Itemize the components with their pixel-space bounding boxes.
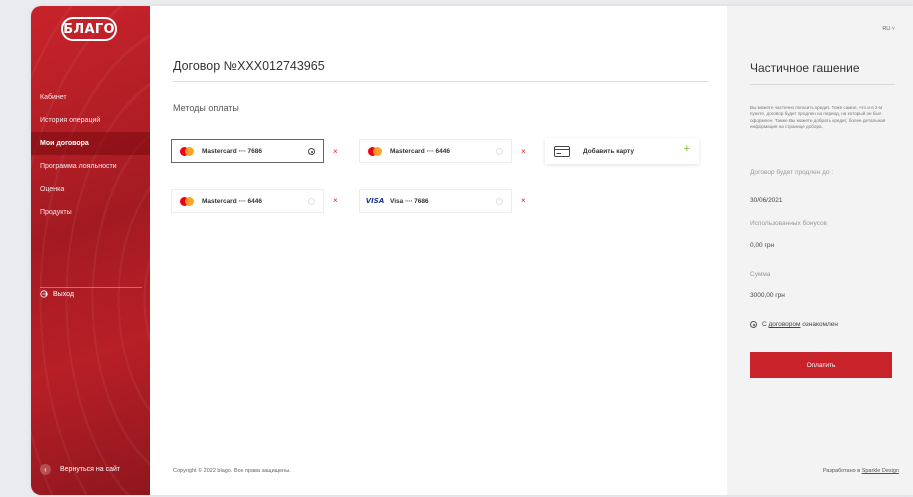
sidebar-item-rating[interactable]: Оценка [31,178,150,201]
remove-card-icon[interactable]: × [333,147,338,156]
logout-button[interactable]: Выход [40,290,74,298]
agreement-text: С договором ознакомлен [762,321,838,328]
card-radio[interactable] [496,148,503,155]
developer-link[interactable]: Sparkle Design [862,468,899,474]
language-selector[interactable]: RU ˅ [882,26,895,32]
sidebar-divider [40,287,142,288]
pay-button[interactable]: Оплатить [750,352,892,378]
payment-methods-heading: Методы оплаты [173,103,239,113]
sidebar-item-history[interactable]: История операций [31,109,150,132]
add-card-label: Добавить карту [583,147,635,155]
developer-credits: Разработано в Sparkle Design [822,468,899,474]
card-radio[interactable] [308,198,315,205]
sidebar-nav: Кабинет История операций Мои договора Пр… [31,86,150,224]
sidebar-item-products[interactable]: Продукты [31,201,150,224]
add-card-button[interactable]: Добавить карту + [545,138,699,164]
bonuses-value: 0,00 грн [750,242,775,249]
chevron-left-icon: ‹ [40,464,51,475]
logo[interactable]: БЛАГО [61,17,117,41]
contract-link[interactable]: договором [769,321,801,328]
panel-divider [750,84,895,85]
agreement-checkbox[interactable]: С договором ознакомлен [750,321,838,328]
plus-icon: + [683,143,690,155]
card-label: Mastercard ∙∙∙∙ 6446 [390,147,450,155]
main-content: Договор №XXX012743965 Методы оплаты Mast… [150,6,727,495]
card-radio[interactable] [308,148,315,155]
payment-card-option[interactable]: Mastercard ∙∙∙∙ 6446 [171,189,324,213]
card-label: Mastercard ∙∙∙∙ 7686 [202,147,262,155]
mastercard-icon [180,196,194,206]
logout-label: Выход [53,290,74,298]
logout-icon [40,290,48,298]
panel-description: Вы можете частично погасить кредит. Тоже… [750,105,886,130]
copyright: Copyright © 2022 blago. Все права защище… [173,468,291,474]
back-to-site-link[interactable]: ‹ Вернуться на сайт [40,464,120,475]
remove-card-icon[interactable]: × [521,196,526,205]
payment-card-option[interactable]: Mastercard ∙∙∙∙ 6446 [359,139,512,163]
visa-icon: VISA [365,197,385,205]
sidebar-item-contracts[interactable]: Мои договора [31,132,150,155]
panel-title: Частичное гашение [750,61,860,75]
remove-card-icon[interactable]: × [333,196,338,205]
app-frame: БЛАГО Кабинет История операций Мои догов… [31,6,913,495]
extended-until-value: 30/06/2021 [750,197,783,204]
credit-card-icon [554,145,570,157]
page-title: Договор №XXX012743965 [173,59,325,73]
remove-card-icon[interactable]: × [521,147,526,156]
sum-value: 3000,00 грн [750,292,785,299]
bonuses-label: Использованных бонусов [750,220,828,227]
agreement-radio[interactable] [750,321,757,328]
card-label: Mastercard ∙∙∙∙ 6446 [202,197,262,205]
sidebar-item-loyalty[interactable]: Программа лояльности [31,155,150,178]
payment-card-option[interactable]: Mastercard ∙∙∙∙ 7686 [171,139,324,163]
extended-until-label: Договор будет продлен до : [750,169,834,176]
payment-card-option[interactable]: VISA Visa ∙∙∙∙ 7686 [359,189,512,213]
back-to-site-label: Вернуться на сайт [60,466,121,473]
title-divider [173,81,709,82]
sidebar-item-cabinet[interactable]: Кабинет [31,86,150,109]
mastercard-icon [368,146,382,156]
partial-repayment-panel: RU ˅ Частичное гашение Вы можете частичн… [727,6,913,495]
sum-label: Сумма [750,271,771,278]
mastercard-icon [180,146,194,156]
sidebar: БЛАГО Кабинет История операций Мои догов… [31,6,150,495]
card-radio[interactable] [496,198,503,205]
card-label: Visa ∙∙∙∙ 7686 [390,197,429,205]
